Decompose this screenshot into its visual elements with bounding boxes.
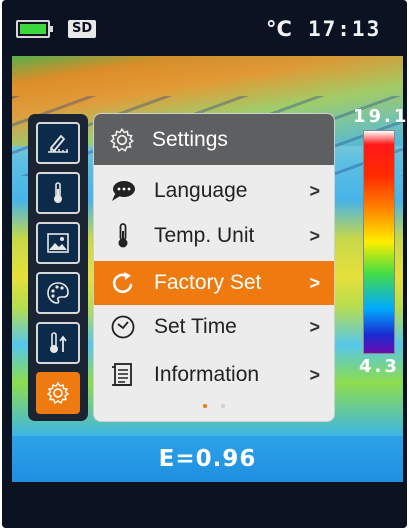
menu-item-language[interactable]: Language > (94, 169, 334, 213)
temperature-unit-label: °C (266, 17, 292, 41)
battery-icon (16, 20, 53, 38)
reset-arrow-icon (112, 272, 133, 294)
emissivity-value: E=0.96 (158, 446, 257, 472)
gear-icon (109, 127, 135, 152)
status-bar: SD °C 17:13 (2, 0, 407, 56)
chevron-right-icon: > (309, 364, 320, 385)
clock-icon (111, 315, 135, 339)
menu-item-label: Factory Set (154, 271, 262, 294)
menu-item-set-time[interactable]: Set Time > (94, 305, 334, 349)
tool-palette-button[interactable] (36, 272, 80, 314)
image-gallery-icon (47, 233, 69, 253)
clock-time: 17:13 (308, 17, 382, 41)
menu-item-label: Set Time (154, 315, 237, 338)
menu-item-temp-unit[interactable]: Temp. Unit > (94, 214, 334, 258)
side-toolbar (28, 114, 88, 421)
tool-temperature-button[interactable] (36, 172, 80, 214)
palette-icon (47, 282, 69, 304)
color-scale-max-label: 19.1 (353, 106, 407, 127)
chevron-right-icon: > (309, 272, 320, 293)
page-dot-active (203, 404, 207, 408)
settings-menu-header: Settings (94, 114, 334, 165)
temp-alarm-icon (50, 332, 67, 353)
page-dot (221, 404, 225, 408)
color-scale-bar (363, 130, 395, 354)
bottom-bar (2, 482, 407, 528)
sd-card-badge: SD (68, 20, 97, 38)
document-icon (112, 363, 132, 386)
thermal-camera-screen: SD °C 17:13 19.1 4.3 Settings Language >… (2, 0, 407, 528)
settings-menu: Settings Language > Temp. Unit > Factory… (94, 114, 334, 421)
thermometer-icon (54, 182, 62, 203)
emissivity-bar: E=0.96 (12, 436, 403, 482)
tool-measure-edit-button[interactable] (36, 122, 80, 164)
language-bubble-icon (112, 181, 135, 201)
gear-icon (46, 381, 70, 405)
battery-level-fill (20, 24, 46, 34)
menu-page-indicator (94, 404, 334, 412)
chevron-right-icon: > (309, 180, 320, 201)
tool-settings-button[interactable] (36, 372, 80, 414)
chevron-right-icon: > (309, 225, 320, 246)
tool-gallery-button[interactable] (36, 222, 80, 264)
color-scale-min-label: 4.3 (359, 356, 400, 377)
thermometer-icon (118, 223, 128, 248)
menu-item-label: Temp. Unit (154, 224, 255, 247)
menu-item-label: Language (154, 179, 248, 202)
chevron-right-icon: > (309, 316, 320, 337)
settings-menu-title: Settings (152, 127, 228, 151)
menu-item-information[interactable]: Information > (94, 353, 334, 397)
tool-temp-alarm-button[interactable] (36, 322, 80, 364)
menu-item-factory-set[interactable]: Factory Set > (94, 261, 334, 305)
measure-edit-icon (48, 134, 68, 153)
menu-item-label: Information (154, 363, 260, 386)
